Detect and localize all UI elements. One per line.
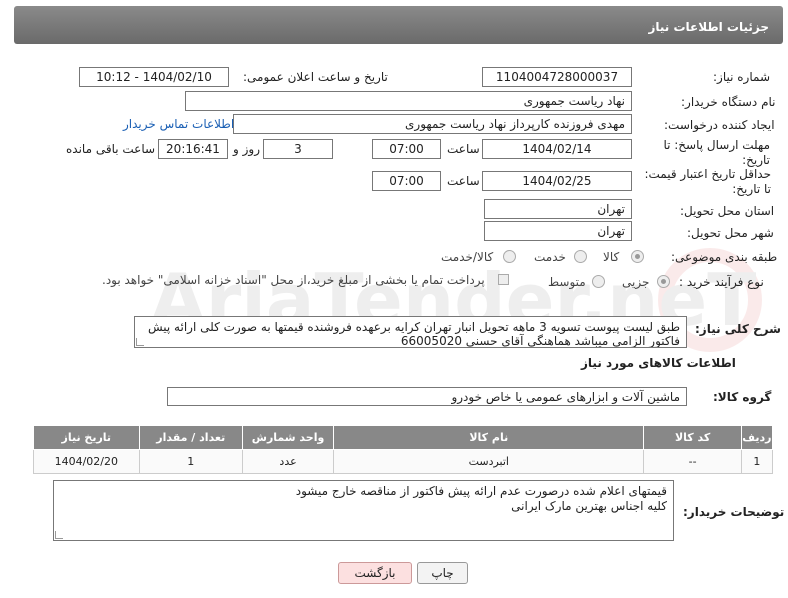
- category-goods-service-label: کالا/خدمت: [441, 250, 494, 264]
- need-number-field: 1104004728000037: [482, 67, 632, 87]
- announce-field: 1404/02/10 - 10:12: [79, 67, 229, 87]
- description-text: طبق لیست پیوست تسویه 3 ماهه تحویل انبار …: [147, 320, 680, 348]
- requester-field: مهدی فروزنده کارپرداز نهاد ریاست جمهوری: [233, 114, 632, 134]
- buyer-org-label: نام دستگاه خریدار:: [681, 95, 776, 109]
- cell-unit: عدد: [242, 449, 335, 474]
- buyer-org-field: نهاد ریاست جمهوری: [185, 91, 632, 111]
- back-button[interactable]: بازگشت: [338, 562, 412, 584]
- cell-date: 1404/02/20: [33, 449, 140, 474]
- validity-time-field: 07:00: [372, 171, 441, 191]
- col-qty-header: تعداد / مقدار: [138, 425, 244, 450]
- validity-date-field: 1404/02/25: [482, 171, 632, 191]
- cell-qty: 1: [138, 449, 244, 474]
- city-field: تهران: [484, 221, 632, 241]
- category-service-radio[interactable]: [574, 250, 587, 263]
- page-header: جزئیات اطلاعات نیاز: [14, 6, 783, 44]
- remaining-time-label: ساعت باقی مانده: [66, 142, 156, 156]
- process-label: نوع فرآیند خرید :: [679, 275, 764, 289]
- buyer-notes-line1: قیمتهای اعلام شده درصورت عدم ارائه پیش ف…: [295, 484, 667, 498]
- requester-label: ایجاد کننده درخواست:: [664, 118, 775, 132]
- goods-info-title: اطلاعات کالاهای مورد نیاز: [581, 356, 736, 370]
- need-number-label: شماره نیاز:: [713, 70, 770, 84]
- table-row: 1 -- اتبردست عدد 1 1404/02/20: [33, 449, 774, 474]
- print-button[interactable]: چاپ: [417, 562, 468, 584]
- buyer-notes-label: توضیحات خریدار:: [683, 505, 785, 519]
- col-date-header: تاریخ نیاز: [33, 425, 140, 450]
- page-title: جزئیات اطلاعات نیاز: [648, 20, 769, 34]
- process-minor-label: جزیی: [622, 275, 650, 289]
- announce-label: تاریخ و ساعت اعلان عمومی:: [243, 70, 388, 84]
- resize-handle-icon[interactable]: [136, 338, 144, 346]
- contact-info-link[interactable]: اطلاعات تماس خریدار: [123, 117, 234, 131]
- goods-group-field: ماشین آلات و ابزارهای عمومی یا خاص خودرو: [167, 387, 687, 406]
- days-label: روز و: [233, 142, 260, 156]
- col-code-header: کد کالا: [643, 425, 742, 450]
- deadline-date-field: 1404/02/14: [482, 139, 632, 159]
- process-medium-label: متوسط: [548, 275, 586, 289]
- deadline-time-label: ساعت: [447, 142, 480, 156]
- cell-code: --: [643, 449, 742, 474]
- description-textarea[interactable]: طبق لیست پیوست تسویه 3 ماهه تحویل انبار …: [134, 316, 687, 348]
- resize-handle-icon[interactable]: [55, 531, 63, 539]
- deadline-time-field: 07:00: [372, 139, 441, 159]
- treasury-payment-note: پرداخت تمام یا بخشی از مبلغ خرید،از محل …: [102, 273, 485, 287]
- cell-row: 1: [740, 449, 774, 474]
- deadline-label: مهلت ارسال پاسخ: تا تاریخ:: [663, 138, 770, 167]
- description-label: شرح کلی نیاز:: [695, 322, 781, 336]
- buyer-notes-line2: کلیه اجناس بهترین مارک ایرانی: [511, 499, 667, 513]
- min-validity-label: حداقل تاریخ اعتبار قیمت: تا تاریخ:: [644, 167, 771, 196]
- process-minor-radio[interactable]: [657, 275, 670, 288]
- col-name-header: نام کالا: [333, 425, 645, 450]
- col-row-header: ردیف: [740, 425, 774, 450]
- validity-time-label: ساعت: [447, 174, 480, 188]
- city-label: شهر محل تحویل:: [687, 226, 774, 240]
- col-unit-header: واحد شمارش: [242, 425, 335, 450]
- days-field: 3: [263, 139, 333, 159]
- province-label: استان محل تحویل:: [680, 204, 775, 218]
- province-field: تهران: [484, 199, 632, 219]
- table-header-row: ردیف کد کالا نام کالا واحد شمارش تعداد /…: [33, 425, 774, 450]
- cell-name: اتبردست: [333, 449, 645, 474]
- buyer-notes-box: قیمتهای اعلام شده درصورت عدم ارائه پیش ف…: [53, 480, 674, 541]
- category-goods-radio[interactable]: [631, 250, 644, 263]
- category-label: طبقه بندی موضوعی:: [671, 250, 778, 264]
- category-goods-service-radio[interactable]: [503, 250, 516, 263]
- remaining-time-field: 20:16:41: [158, 139, 228, 159]
- category-service-label: خدمت: [534, 250, 566, 264]
- goods-table: ردیف کد کالا نام کالا واحد شمارش تعداد /…: [33, 425, 774, 474]
- category-goods-label: کالا: [603, 250, 620, 264]
- treasury-payment-checkbox[interactable]: [498, 274, 509, 285]
- goods-group-label: گروه کالا:: [713, 390, 772, 404]
- process-medium-radio[interactable]: [592, 275, 605, 288]
